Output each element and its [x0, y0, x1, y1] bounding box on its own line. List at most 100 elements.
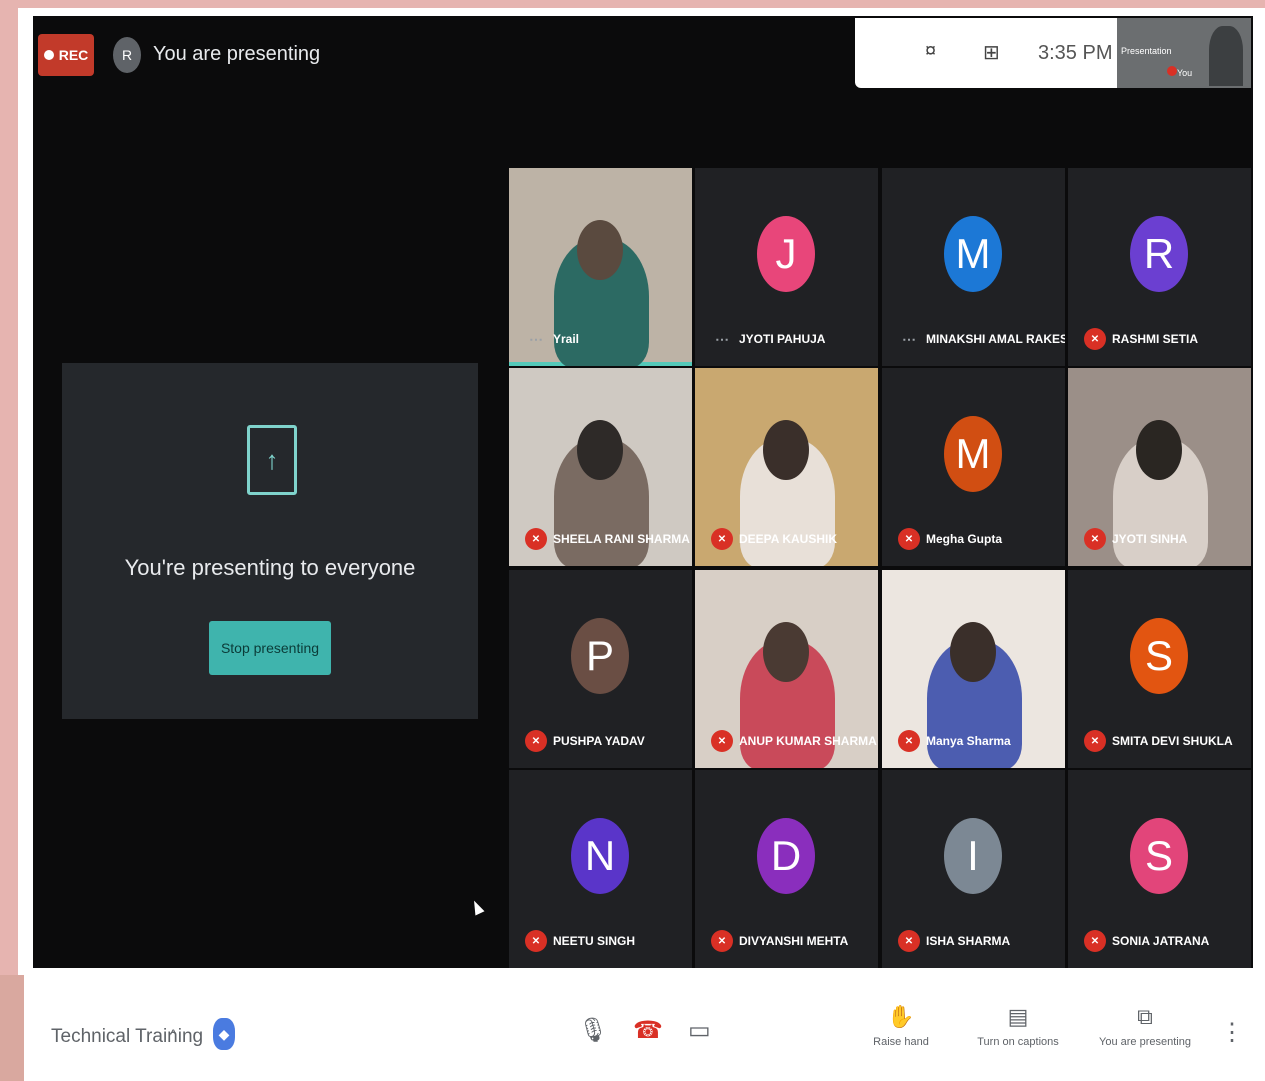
participant-name-label: PUSHPA YADAV [553, 734, 645, 748]
meeting-title[interactable]: Technical Training [51, 1026, 203, 1048]
participant-name-label: JYOTI PAHUJA [739, 332, 826, 346]
system-status-bar: ¤ ⊞ 3:35 PM [855, 18, 1117, 88]
participant-name: ✕ JYOTI SINHA [1084, 528, 1187, 550]
mic-icon[interactable]: 🎙 [578, 1016, 608, 1045]
captions-label: Turn on captions [977, 1036, 1059, 1048]
clock: 3:35 PM [1038, 42, 1113, 64]
self-view-thumbnail[interactable]: Presentation You [1117, 18, 1251, 88]
participant-name: ✕ ISHA SHARMA [898, 930, 1010, 952]
participant-face [950, 622, 996, 682]
participant-tile[interactable]: D ✕ DIVYANSHI MEHTA [695, 770, 878, 968]
mic-off-icon: ✕ [1084, 730, 1106, 752]
mic-off-icon: ✕ [1084, 528, 1106, 550]
meeting-toolbar: Technical Training ^ ◆ 🎙 ☎ ▭ ✋ Raise han… [33, 968, 1253, 1081]
participant-tile[interactable]: P ✕ PUSHPA YADAV [509, 570, 692, 768]
mic-off-icon: ✕ [1084, 328, 1106, 350]
participant-name: ⋯ JYOTI PAHUJA [711, 328, 825, 350]
mic-off-icon: ✕ [525, 930, 547, 952]
participant-tile[interactable]: ✕ JYOTI SINHA [1068, 368, 1251, 566]
shield-icon[interactable]: ◆ [213, 1018, 235, 1050]
participant-name: ✕ Manya Sharma [898, 730, 1011, 752]
participant-name-label: RASHMI SETIA [1112, 332, 1199, 346]
participant-name-label: Manya Sharma [926, 734, 1011, 748]
participant-name-label: ISHA SHARMA [926, 934, 1011, 948]
mic-off-icon: ✕ [1084, 930, 1106, 952]
thumbnail-title: Presentation [1121, 46, 1172, 56]
participant-name: ✕ RASHMI SETIA [1084, 328, 1198, 350]
participant-tile[interactable]: ✕ ANUP KUMAR SHARMA [695, 570, 878, 768]
participant-avatar: M [944, 416, 1002, 492]
hand-icon: ✋ [887, 1004, 915, 1029]
audio-level-icon: ⋯ [715, 330, 729, 347]
present-now-button[interactable]: ⧉ You are presenting [1095, 1004, 1195, 1048]
participant-name-label: MINAKSHI AMAL RAKESH [926, 332, 1065, 346]
participant-avatar: N [571, 818, 629, 894]
participant-name-label: Megha Gupta [926, 532, 1003, 546]
participant-name: ✕ NEETU SINGH [525, 930, 635, 952]
participant-tile[interactable]: ⋯ Yrail [509, 168, 692, 366]
mic-off-icon: ✕ [898, 930, 920, 952]
participant-tile[interactable]: I ✕ ISHA SHARMA [882, 770, 1065, 968]
frame-border [0, 975, 24, 1081]
participant-tile[interactable]: ✕ SHEELA RANI SHARMA [509, 368, 692, 566]
participant-face [763, 622, 809, 682]
participant-name-label: SMITA DEVI SHUKLA [1112, 734, 1233, 748]
audio-level-icon: ⋯ [529, 330, 543, 347]
audio-level-icon: ⋯ [902, 330, 916, 347]
participant-name: ✕ SONIA JATRANA [1084, 930, 1209, 952]
raise-hand-button[interactable]: ✋ Raise hand [871, 1004, 931, 1048]
mic-off-icon: ✕ [898, 730, 920, 752]
mic-off-icon: ✕ [711, 730, 733, 752]
participant-avatar: S [1130, 818, 1188, 894]
participant-name: ✕ PUSHPA YADAV [525, 730, 645, 752]
participant-name-label: SONIA JATRANA [1112, 934, 1210, 948]
participant-tile[interactable]: S ✕ SMITA DEVI SHUKLA [1068, 570, 1251, 768]
record-dot-icon [43, 50, 54, 60]
activities-icon[interactable]: ⊞ [983, 40, 1000, 65]
participant-name: ✕ Megha Gupta [898, 528, 1002, 550]
participant-name-label: NEETU SINGH [553, 934, 636, 948]
mic-off-icon: ✕ [525, 730, 547, 752]
mic-off-icon: ✕ [711, 528, 733, 550]
participant-face [577, 220, 623, 280]
participant-tile[interactable]: S ✕ SONIA JATRANA [1068, 770, 1251, 968]
participant-tile[interactable]: ✕ DEEPA KAUSHIK [695, 368, 878, 566]
participant-avatar: I [944, 818, 1002, 894]
captions-button[interactable]: ▤ Turn on captions [973, 1004, 1063, 1048]
end-call-icon[interactable]: ☎ [633, 1016, 663, 1045]
presenting-label: You are presenting [1099, 1036, 1191, 1048]
present-icon: ⧉ [1137, 1004, 1153, 1029]
participant-tile[interactable]: J ⋯ JYOTI PAHUJA [695, 168, 878, 366]
participant-tile[interactable]: N ✕ NEETU SINGH [509, 770, 692, 968]
participant-tile[interactable]: M ⋯ MINAKSHI AMAL RAKESH [882, 168, 1065, 366]
participant-avatar: M [944, 216, 1002, 292]
recording-badge: REC [38, 34, 94, 76]
participant-tile[interactable]: R ✕ RASHMI SETIA [1068, 168, 1251, 366]
participant-name-label: DEEPA KAUSHIK [739, 532, 838, 546]
presenter-status: You are presenting [153, 43, 321, 65]
more-options-icon[interactable]: ⋮ [1220, 1018, 1244, 1047]
raise-hand-label: Raise hand [873, 1036, 929, 1048]
participant-face [577, 420, 623, 480]
camera-icon[interactable]: ▭ [688, 1016, 711, 1045]
participant-tile[interactable]: ✕ Manya Sharma [882, 570, 1065, 768]
mic-off-icon: ✕ [898, 528, 920, 550]
thumbnail-label: You [1177, 68, 1193, 78]
participant-name: ✕ SMITA DEVI SHUKLA [1084, 730, 1233, 752]
participant-tile[interactable]: M ✕ Megha Gupta [882, 368, 1065, 566]
participant-avatar: R [1130, 216, 1188, 292]
participant-face [763, 420, 809, 480]
participant-name: ⋯ MINAKSHI AMAL RAKESH [898, 328, 1065, 350]
participant-face [1136, 420, 1182, 480]
presenting-message: You're presenting to everyone [124, 555, 416, 580]
presentation-panel: ↑ You're presenting to everyone Stop pre… [62, 363, 478, 719]
captions-icon: ▤ [1007, 1004, 1029, 1029]
participant-name: ✕ DEEPA KAUSHIK [711, 528, 837, 550]
people-icon[interactable]: ¤ [925, 40, 936, 63]
chevron-up-icon[interactable]: ^ [170, 1026, 177, 1042]
participant-avatar: D [757, 818, 815, 894]
participant-avatar: P [571, 618, 629, 694]
participant-name-label: ANUP KUMAR SHARMA [739, 734, 877, 748]
participant-name: ⋯ Yrail [525, 328, 579, 350]
stop-presenting-button[interactable]: Stop presenting [209, 621, 331, 675]
